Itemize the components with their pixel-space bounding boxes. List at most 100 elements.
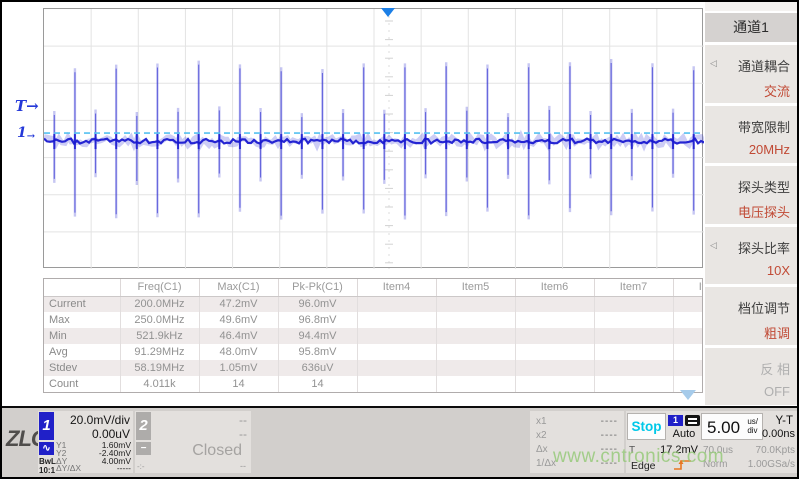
trigger-level-marker[interactable]: T→ — [15, 97, 39, 115]
status-bar: ZLG® 1 20.0mV/div 0.00uV ∿ BwL 10:1 Y11.… — [2, 406, 797, 477]
trigger-mode: Auto — [668, 428, 700, 440]
sample-rate: 1.00GSa/s — [748, 459, 795, 470]
channel1-offset: 0.00uV — [92, 427, 130, 441]
trigger-delay: 0.00ns — [762, 428, 795, 440]
submenu-arrow-icon: ◁ — [710, 240, 717, 251]
cursor-readout-row: ΔY/ΔX----- — [56, 465, 131, 473]
run-state-indicator[interactable]: Stop — [627, 413, 666, 440]
menu-item-label: 反 相 — [705, 359, 797, 378]
value-cell — [436, 376, 515, 392]
sidebar-sections: ◁通道耦合交流带宽限制20MHz探头类型电压探头◁探头比率10X档位调节粗调反 … — [705, 45, 797, 405]
table-header-cell: Freq(C1) — [120, 279, 199, 296]
channel1-status-panel[interactable]: 1 20.0mV/div 0.00uV ∿ BwL 10:1 Y11.60mVY… — [38, 411, 133, 473]
channel1-badge[interactable]: 1 — [39, 412, 54, 440]
channel2-footer-value: -- — [240, 461, 246, 471]
value-cell — [357, 376, 436, 392]
timebase-scale-box[interactable]: 5.00 us/div — [701, 413, 763, 440]
sidebar-title: 通道1 — [705, 13, 797, 42]
sidebar-section-6[interactable]: 反 相OFF — [705, 348, 797, 406]
value-cell: 14 — [278, 376, 357, 392]
value-cell: 58.19MHz — [120, 360, 199, 376]
channel2-scale: -- — [239, 413, 247, 427]
value-cell — [515, 376, 594, 392]
row-label-cell: Min — [44, 328, 120, 344]
x-cursor-row: x1---- — [536, 415, 618, 429]
channel1-ground-arrow-icon: → — [27, 131, 35, 142]
sidebar-section-1[interactable]: ◁通道耦合交流 — [705, 45, 797, 103]
sidebar-section-4[interactable]: ◁探头比率 10X — [705, 227, 797, 285]
row-label-cell: Avg — [44, 344, 120, 360]
value-cell: 46.4mV — [199, 328, 278, 344]
value-cell: 1.05mV — [199, 360, 278, 376]
x-cursor-row: x2---- — [536, 429, 618, 443]
table-header-cell: Item7 — [594, 279, 673, 296]
value-cell — [357, 296, 436, 312]
trigger-level-arrow-icon: → — [26, 97, 39, 115]
table-scroll-down-icon[interactable] — [680, 390, 696, 400]
value-cell: 49.6mV — [199, 312, 278, 328]
menu-item-value: 交流 — [705, 81, 797, 100]
value-cell: 94.4mV — [278, 328, 357, 344]
table-row: Current200.0MHz47.2mV96.0mV — [44, 296, 703, 312]
menu-item-label: 探头比率 — [705, 238, 797, 257]
display-mode: Y-T — [776, 415, 793, 427]
submenu-arrow-icon: ◁ — [710, 58, 717, 69]
row-label-cell: Current — [44, 296, 120, 312]
sidebar-section-3[interactable]: 探头类型电压探头 — [705, 166, 797, 224]
channel2-offset: -- — [239, 427, 247, 441]
sidebar-top-strip — [705, 2, 797, 11]
value-cell — [515, 312, 594, 328]
table-row: Min521.9kHz46.4mV94.4mV — [44, 328, 703, 344]
sidebar-section-2[interactable]: 带宽限制20MHz — [705, 106, 797, 164]
table-row: Avg91.29MHz48.0mV95.8mV — [44, 344, 703, 360]
value-cell — [436, 328, 515, 344]
menu-item-value: 10X — [705, 263, 797, 278]
row-label-cell: Count — [44, 376, 120, 392]
value-cell — [594, 344, 673, 360]
bandwidth-limit-label: BwL — [39, 457, 56, 466]
value-cell: 521.9kHz — [120, 328, 199, 344]
value-cell — [594, 360, 673, 376]
channel1-cursor-readout: Y11.60mVY2-2.40mVΔY4.00mVΔY/ΔX----- — [56, 442, 131, 473]
value-cell: 47.2mV — [199, 296, 278, 312]
value-cell: 96.0mV — [278, 296, 357, 312]
row-label-cell: Max — [44, 312, 120, 328]
table-row: Max250.0MHz49.6mV96.8mV — [44, 312, 703, 328]
value-cell — [357, 312, 436, 328]
value-cell — [436, 360, 515, 376]
table-header-cell: Item6 — [515, 279, 594, 296]
waveform-svg — [44, 9, 704, 269]
value-cell — [436, 312, 515, 328]
channel2-status-panel[interactable]: 2 -- -- − Closed -:- -- — [135, 411, 251, 473]
value-cell — [594, 296, 673, 312]
value-cell — [594, 328, 673, 344]
value-cell — [673, 312, 703, 328]
trigger-coupling-icon — [685, 415, 700, 426]
channel1-ground-marker[interactable]: 1→ — [17, 125, 35, 142]
table-header-cell: Item5 — [436, 279, 515, 296]
value-cell: 48.0mV — [199, 344, 278, 360]
value-cell — [673, 296, 703, 312]
channel2-badge[interactable]: 2 — [136, 412, 151, 440]
table-header-cell: Pk-Pk(C1) — [278, 279, 357, 296]
trigger-position-marker-icon[interactable] — [381, 8, 395, 17]
value-cell — [515, 360, 594, 376]
menu-item-value: 粗调 — [705, 323, 797, 342]
sidebar-section-5[interactable]: 档位调节粗调 — [705, 287, 797, 345]
menu-item-label: 通道耦合 — [705, 56, 797, 75]
measurement-table: Freq(C1)Max(C1)Pk-Pk(C1)Item4Item5Item6I… — [44, 279, 703, 392]
value-cell — [357, 344, 436, 360]
value-cell — [436, 344, 515, 360]
menu-item-label: 探头类型 — [705, 177, 797, 196]
menu-item-value: 20MHz — [705, 142, 797, 157]
probe-ratio-label: 10:1 — [39, 466, 55, 475]
value-cell — [594, 312, 673, 328]
memory-depth: 70.0Kpts — [756, 445, 795, 456]
value-cell — [673, 328, 703, 344]
channel2-coupling-icon: − — [136, 442, 151, 455]
value-cell: 636uV — [278, 360, 357, 376]
menu-item-value: 电压探头 — [705, 202, 797, 221]
value-cell — [594, 376, 673, 392]
table-row: Count4.011k1414 — [44, 376, 703, 392]
value-cell: 96.8mV — [278, 312, 357, 328]
